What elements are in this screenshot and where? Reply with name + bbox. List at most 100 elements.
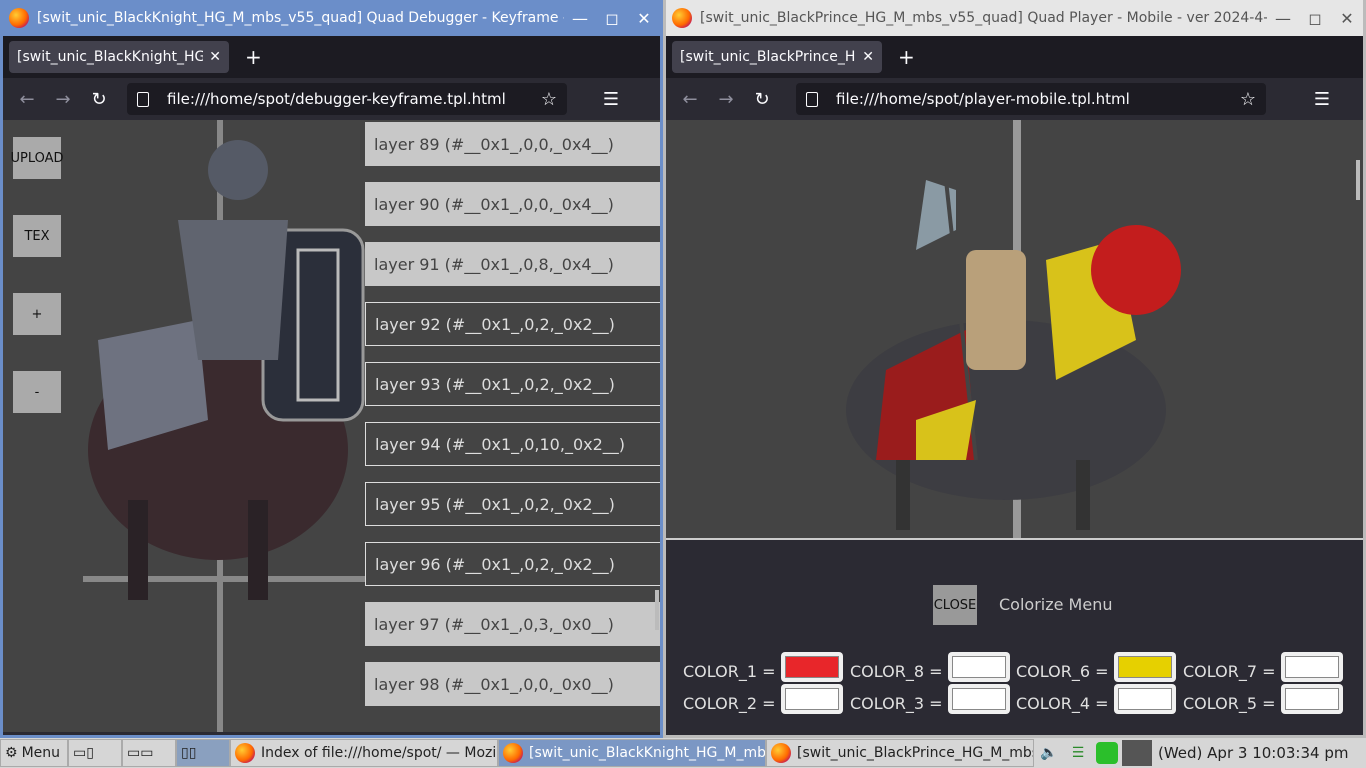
minimize-icon[interactable]: — [1267,9,1299,28]
reload-icon[interactable]: ↻ [81,89,117,110]
workspace-icon: ▭▭ [127,745,154,761]
reload-icon[interactable]: ↻ [744,89,780,110]
firefox-icon [235,743,255,763]
layer-item[interactable]: layer 90 (#__0x1_,0,0,_0x4__) [365,182,660,226]
taskbar-item[interactable]: [swit_unic_BlackPrince_HG_M_mbs_ [766,739,1034,767]
url-text: file:///home/spot/player-mobile.tpl.html [836,90,1130,108]
color-swatch[interactable] [1114,652,1176,682]
player-canvas[interactable] [666,120,1363,540]
color-label: COLOR_6 = [1016,662,1109,681]
color-label: COLOR_5 = [1183,694,1276,713]
color-label: COLOR_4 = [1016,694,1109,713]
minimize-icon[interactable]: — [564,9,596,28]
close-icon[interactable]: ✕ [628,9,660,28]
window-title: [swit_unic_BlackPrince_HG_M_mbs_v55_quad… [700,10,1267,26]
color-label: COLOR_1 = [683,662,776,681]
color-label: COLOR_2 = [683,694,776,713]
color-swatch[interactable] [781,652,843,682]
color-label: COLOR_3 = [850,694,943,713]
black-prince-sprite [846,179,1181,530]
app-menu-icon[interactable]: ☰ [1304,89,1340,110]
nav-bar: ← → ↻ file:///home/spot/player-mobile.tp… [666,78,1363,120]
storage-icon[interactable] [1096,742,1118,764]
layer-list: layer 89 (#__0x1_,0,0,_0x4__)layer 90 (#… [365,122,660,722]
tab-label: [swit_unic_BlackKnight_HG_M [17,49,204,65]
zoom-out-button[interactable]: - [13,371,61,413]
app-menu-icon[interactable]: ☰ [593,89,629,110]
tab-strip: [swit_unic_BlackPrince_HG_M ✕ + [666,36,1363,78]
maximize-icon[interactable]: ◻ [596,9,628,28]
taskbar-item-active[interactable]: [swit_unic_BlackKnight_HG_M_mbs [498,739,766,767]
task-label: [swit_unic_BlackKnight_HG_M_mbs [529,745,766,761]
color-swatch[interactable] [1281,652,1343,682]
close-icon[interactable]: ✕ [1331,9,1363,28]
page-icon [137,91,149,107]
scrollbar-thumb[interactable] [1356,160,1360,200]
color-label: COLOR_8 = [850,662,943,681]
firefox-icon [9,8,29,28]
desktop-1-button[interactable]: ▭▯ [68,739,122,767]
color-swatch-fill [785,688,839,710]
taskbar-item[interactable]: Index of file:///home/spot/ — Mozilla [230,739,498,767]
upload-button[interactable]: UPLOAD [10,137,64,179]
color-swatch-fill [1285,656,1339,678]
new-tab-icon[interactable]: + [245,45,262,69]
debugger-titlebar[interactable]: [swit_unic_BlackKnight_HG_M_mbs_v55_quad… [3,0,660,36]
color-swatch-fill [1118,688,1172,710]
desktop-2-button[interactable]: ▭▭ [122,739,176,767]
bookmark-star-icon[interactable]: ☆ [541,89,557,110]
layer-item[interactable]: layer 89 (#__0x1_,0,0,_0x4__) [365,122,660,166]
tab-label: [swit_unic_BlackPrince_HG_M [680,49,856,65]
close-button[interactable]: CLOSE [933,585,977,625]
black-knight-sprite [88,140,365,600]
desktop-3-button[interactable]: ▯▯ [176,739,230,767]
layer-item[interactable]: layer 95 (#__0x1_,0,2,_0x2__) [365,482,660,526]
wifi-icon[interactable]: ☰ [1064,745,1092,761]
tab-close-icon[interactable]: ✕ [209,49,221,65]
url-text: file:///home/spot/debugger-keyframe.tpl.… [167,90,506,108]
color-swatch[interactable] [1114,684,1176,714]
start-menu-button[interactable]: ⚙ Menu [0,739,68,767]
color-swatch[interactable] [948,684,1010,714]
layer-item[interactable]: layer 92 (#__0x1_,0,2,_0x2__) [365,302,660,346]
maximize-icon[interactable]: ◻ [1299,9,1331,28]
tex-button[interactable]: TEX [13,215,61,257]
menu-label: Menu [21,745,61,761]
zoom-in-button[interactable]: + [13,293,61,335]
new-tab-icon[interactable]: + [898,45,915,69]
colorize-menu-title: Colorize Menu [999,595,1113,614]
bookmark-star-icon[interactable]: ☆ [1240,89,1256,110]
color-swatch[interactable] [1281,684,1343,714]
color-swatch-fill [1118,656,1172,678]
color-swatch-fill [785,656,839,678]
layer-item[interactable]: layer 97 (#__0x1_,0,3,_0x0__) [365,602,660,646]
clock[interactable]: (Wed) Apr 3 10:03:34 pm [1158,744,1348,762]
layer-item[interactable]: layer 98 (#__0x1_,0,0,_0x0__) [365,662,660,706]
debugger-canvas[interactable]: UPLOAD TEX + - layer 89 (#__0x1_,0,0,_0x… [3,120,660,732]
settings-gear-icon: ⚙ [5,745,18,761]
color-label: COLOR_7 = [1183,662,1276,681]
url-bar[interactable]: file:///home/spot/player-mobile.tpl.html… [796,83,1266,115]
player-window: [swit_unic_BlackPrince_HG_M_mbs_v55_quad… [663,0,1366,738]
firefox-icon [503,743,523,763]
browser-tab[interactable]: [swit_unic_BlackPrince_HG_M ✕ [672,41,882,73]
back-icon[interactable]: ← [9,89,45,110]
forward-icon[interactable]: → [45,89,81,110]
color-swatch-fill [952,656,1006,678]
back-icon[interactable]: ← [672,89,708,110]
scrollbar-thumb[interactable] [655,590,659,630]
layer-item[interactable]: layer 94 (#__0x1_,0,10,_0x2__) [365,422,660,466]
layer-item[interactable]: layer 91 (#__0x1_,0,8,_0x4__) [365,242,660,286]
color-swatch-fill [952,688,1006,710]
layer-item[interactable]: layer 96 (#__0x1_,0,2,_0x2__) [365,542,660,586]
forward-icon[interactable]: → [708,89,744,110]
color-swatch[interactable] [781,684,843,714]
firefox-icon [672,8,692,28]
volume-icon[interactable]: 🔈 [1034,745,1064,761]
url-bar[interactable]: file:///home/spot/debugger-keyframe.tpl.… [127,83,567,115]
tab-close-icon[interactable]: ✕ [862,49,874,65]
player-titlebar[interactable]: [swit_unic_BlackPrince_HG_M_mbs_v55_quad… [666,0,1363,36]
layer-item[interactable]: layer 93 (#__0x1_,0,2,_0x2__) [365,362,660,406]
browser-tab[interactable]: [swit_unic_BlackKnight_HG_M ✕ [9,41,229,73]
color-swatch[interactable] [948,652,1010,682]
